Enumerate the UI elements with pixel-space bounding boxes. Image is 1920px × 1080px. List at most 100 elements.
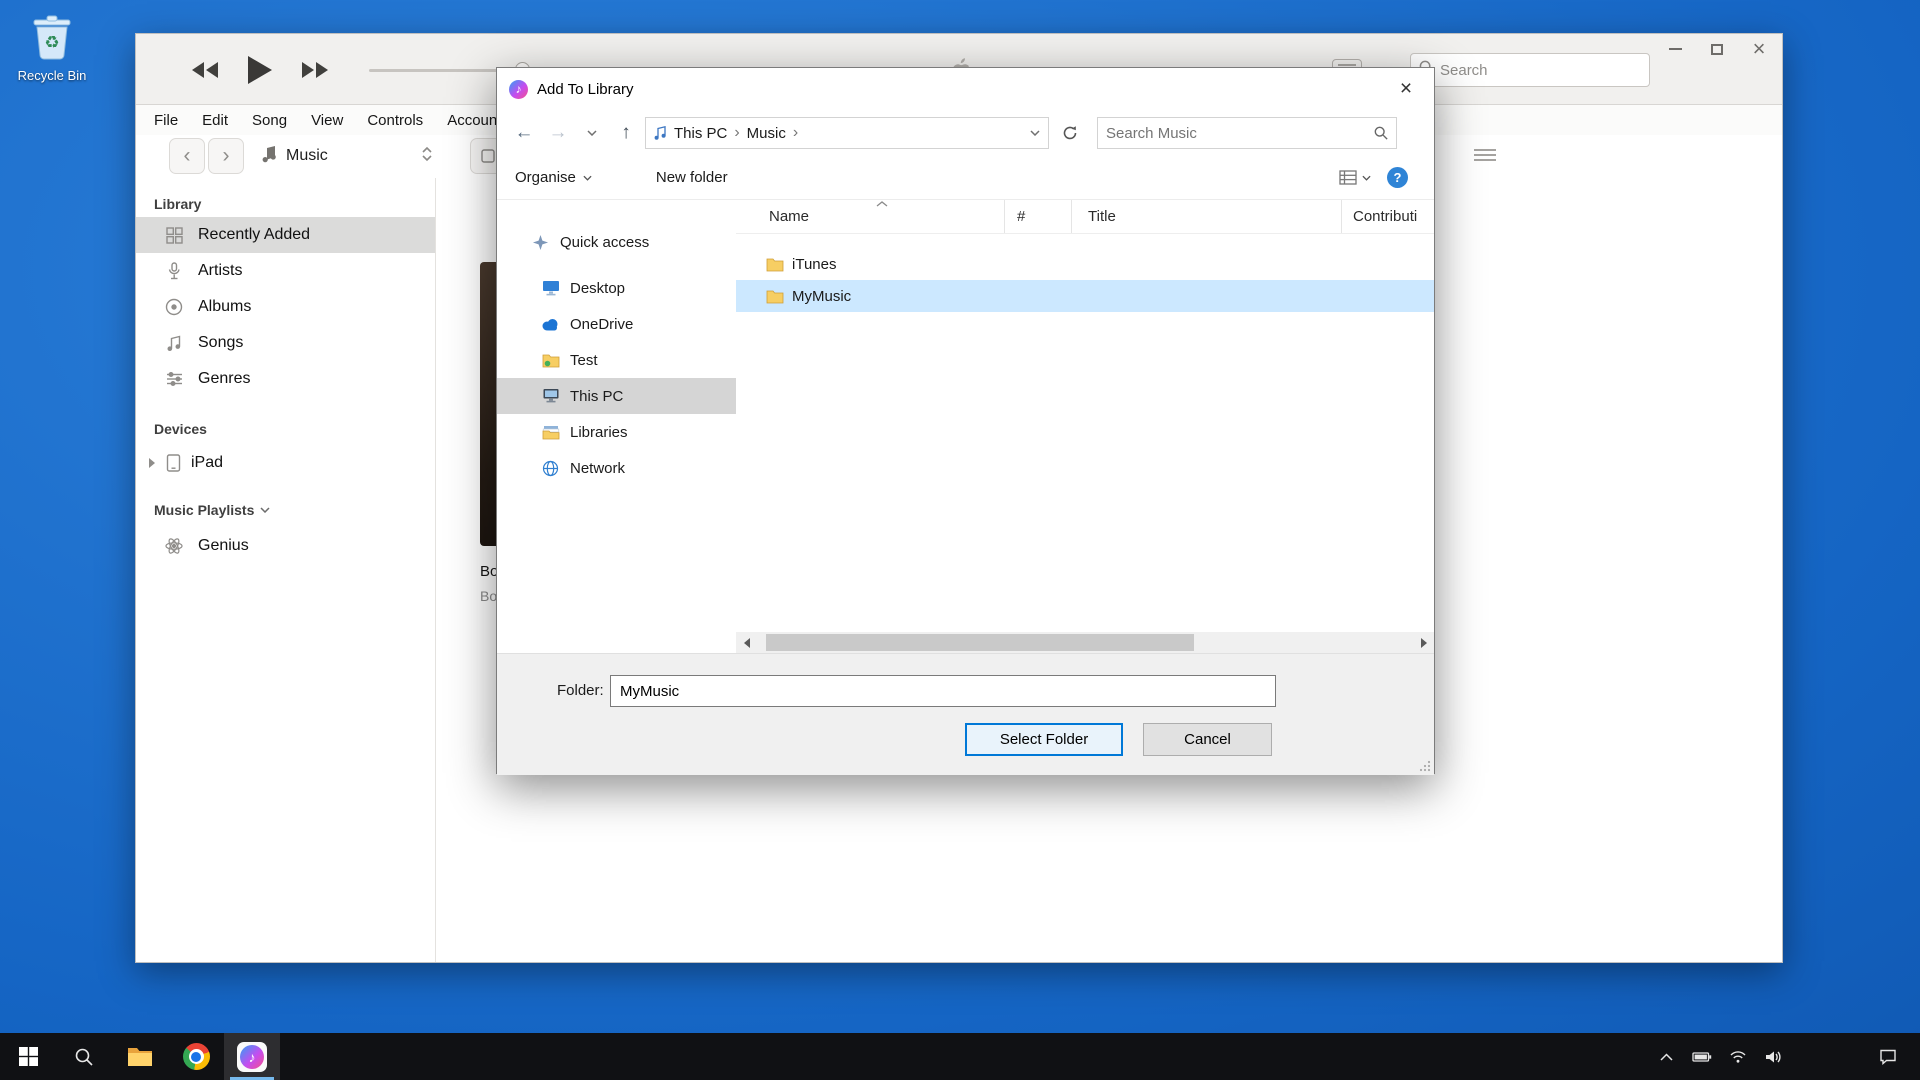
onedrive-cloud-icon xyxy=(541,315,560,334)
column-name[interactable]: Name xyxy=(736,200,1005,233)
album-subtitle: Bo xyxy=(480,588,497,604)
address-dropdown-icon[interactable] xyxy=(1030,130,1040,136)
sidebar-label: Albums xyxy=(198,298,251,316)
cancel-button[interactable]: Cancel xyxy=(1143,723,1272,756)
sidebar-item-songs[interactable]: Songs xyxy=(136,325,435,361)
battery-icon[interactable] xyxy=(1684,1033,1720,1080)
speaker-icon[interactable] xyxy=(1756,1033,1792,1080)
music-note-icon xyxy=(262,145,278,168)
itunes-search-input[interactable] xyxy=(1440,62,1641,79)
menu-song[interactable]: Song xyxy=(252,112,287,129)
desktop-icon xyxy=(541,279,560,298)
organise-button[interactable]: Organise xyxy=(515,169,592,186)
column-title[interactable]: Title xyxy=(1072,200,1342,233)
folder-name-input[interactable] xyxy=(610,675,1276,707)
address-bar[interactable]: This PC › Music › xyxy=(645,117,1049,149)
sidebar-label: Genius xyxy=(198,537,249,555)
recycle-bin-icon: ♻ xyxy=(27,12,77,64)
folder-label: Folder: xyxy=(557,682,604,699)
dialog-search-box[interactable] xyxy=(1097,117,1397,149)
taskbar-chrome[interactable] xyxy=(168,1033,224,1080)
scroll-right-button[interactable] xyxy=(1413,632,1434,653)
list-header: Name # Title Contributi xyxy=(736,200,1434,234)
menu-edit[interactable]: Edit xyxy=(202,112,228,129)
select-folder-button[interactable]: Select Folder xyxy=(965,723,1123,756)
wifi-icon[interactable] xyxy=(1720,1033,1756,1080)
sidebar-item-genius[interactable]: Genius xyxy=(136,528,435,564)
crumb-music[interactable]: Music xyxy=(747,125,786,142)
action-center-icon[interactable] xyxy=(1870,1033,1906,1080)
crumb-this-pc[interactable]: This PC xyxy=(674,125,727,142)
chevron-down-icon xyxy=(260,507,270,513)
crumb-separator-icon: › xyxy=(793,124,798,142)
taskbar-search-button[interactable] xyxy=(56,1033,112,1080)
help-button[interactable]: ? xyxy=(1387,167,1408,188)
nav-back-button[interactable]: ← xyxy=(509,118,539,148)
sidebar-item-genres[interactable]: Genres xyxy=(136,361,435,397)
sidebar-label: Songs xyxy=(198,334,243,352)
navpane-item-network[interactable]: Network xyxy=(497,450,736,486)
media-kind-selector[interactable]: Music xyxy=(262,138,432,174)
column-contributing[interactable]: Contributi xyxy=(1342,200,1434,233)
scroll-left-button[interactable] xyxy=(736,632,757,653)
forward-button[interactable]: › xyxy=(208,138,244,174)
close-button[interactable]: × xyxy=(1750,40,1768,58)
dialog-close-button[interactable]: × xyxy=(1378,68,1434,110)
scrollbar-thumb[interactable] xyxy=(766,634,1194,651)
change-view-button[interactable] xyxy=(1339,170,1371,185)
tray-chevron-up-icon[interactable] xyxy=(1648,1033,1684,1080)
menu-controls[interactable]: Controls xyxy=(367,112,423,129)
menu-view[interactable]: View xyxy=(311,112,343,129)
back-button[interactable]: ‹ xyxy=(169,138,205,174)
start-button[interactable] xyxy=(0,1033,56,1080)
nav-history-dropdown[interactable] xyxy=(577,118,607,148)
folder-test-icon xyxy=(541,351,560,370)
menu-account[interactable]: Account xyxy=(447,112,501,129)
resize-grip[interactable] xyxy=(1419,760,1431,772)
song-note-icon xyxy=(164,333,184,353)
sidebar-item-albums[interactable]: Albums xyxy=(136,289,435,325)
view-list-icon[interactable] xyxy=(1474,149,1496,161)
recycle-bin[interactable]: ♻ Recycle Bin xyxy=(14,12,90,83)
navpane-item-this-pc[interactable]: This PC xyxy=(497,378,736,414)
sidebar-item-recently-added[interactable]: Recently Added xyxy=(136,217,435,253)
devices-header: Devices xyxy=(154,421,435,437)
minimize-button[interactable] xyxy=(1666,40,1684,58)
previous-button[interactable] xyxy=(191,60,221,80)
navpane-item-quick-access[interactable]: Quick access xyxy=(497,224,736,260)
refresh-button[interactable] xyxy=(1055,118,1085,148)
navpane-item-onedrive[interactable]: OneDrive xyxy=(497,306,736,342)
horizontal-scrollbar[interactable] xyxy=(736,632,1434,653)
itunes-search-box[interactable] xyxy=(1410,53,1650,87)
organise-label: Organise xyxy=(515,169,576,186)
taskbar-itunes[interactable]: ♪ xyxy=(224,1033,280,1080)
next-button[interactable] xyxy=(299,60,329,80)
nav-up-button[interactable]: ↑ xyxy=(611,118,641,148)
file-row-itunes[interactable]: iTunes xyxy=(736,248,1434,280)
play-button[interactable] xyxy=(247,55,273,85)
dialog-toolbar: Organise New folder ? xyxy=(497,156,1434,200)
folder-icon xyxy=(766,289,784,304)
new-folder-button[interactable]: New folder xyxy=(656,169,728,186)
navpane-item-libraries[interactable]: Libraries xyxy=(497,414,736,450)
dialog-navbar: ← → ↑ This PC › Music › xyxy=(497,110,1434,156)
taskbar-file-explorer[interactable] xyxy=(112,1033,168,1080)
media-kind-label: Music xyxy=(286,147,328,165)
genius-atom-icon xyxy=(164,536,184,556)
maximize-button[interactable] xyxy=(1708,40,1726,58)
file-list: Name # Title Contributi iTunes MyMusic xyxy=(736,200,1434,653)
file-row-mymusic[interactable]: MyMusic xyxy=(736,280,1434,312)
sidebar-item-ipad[interactable]: iPad xyxy=(136,445,435,481)
nav-forward-button[interactable]: → xyxy=(543,118,573,148)
navpane-item-desktop[interactable]: Desktop xyxy=(497,270,736,306)
chevrons-updown-icon xyxy=(422,146,432,167)
menu-file[interactable]: File xyxy=(154,112,178,129)
itunes-app-icon: ♪ xyxy=(509,80,528,99)
disclosure-triangle-icon[interactable] xyxy=(149,458,155,468)
dialog-search-input[interactable] xyxy=(1106,125,1374,142)
sidebar-item-artists[interactable]: Artists xyxy=(136,253,435,289)
column-number[interactable]: # xyxy=(1005,200,1072,233)
dialog-title: Add To Library xyxy=(537,81,1369,98)
navpane-item-test[interactable]: Test xyxy=(497,342,736,378)
itunes-icon: ♪ xyxy=(237,1042,267,1072)
